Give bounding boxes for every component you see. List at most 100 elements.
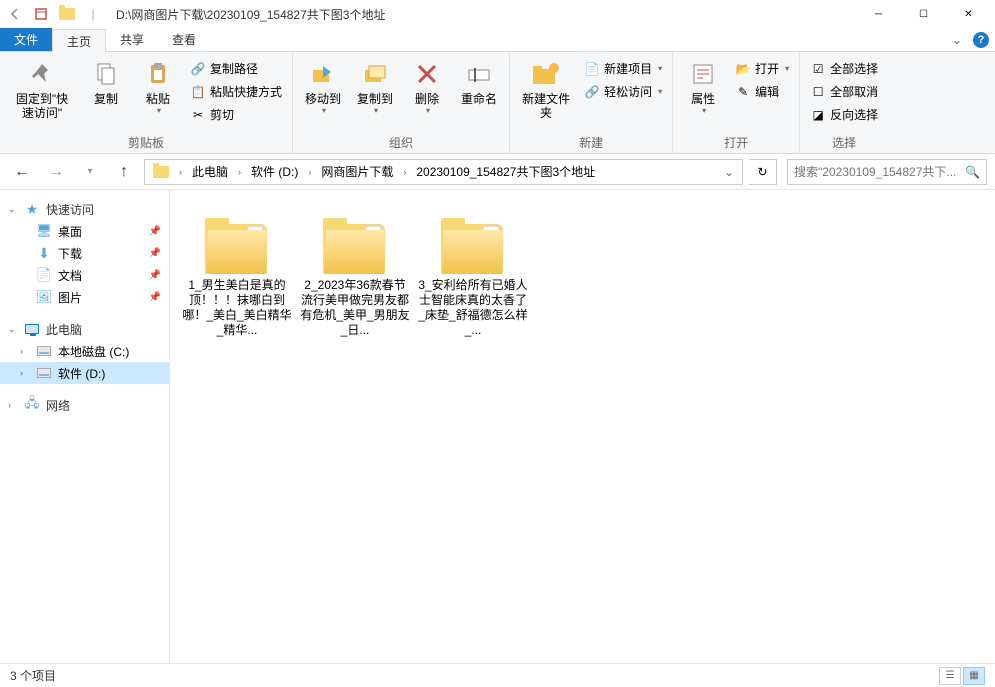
qat-properties-icon[interactable] <box>30 3 52 25</box>
easy-access-icon: 🔗 <box>584 84 600 100</box>
paste-shortcut-button[interactable]: 📋粘贴快捷方式 <box>186 81 286 102</box>
nav-desktop[interactable]: 🖥桌面📌 <box>0 220 169 242</box>
breadcrumb-box[interactable]: › 此电脑 › 软件 (D:) › 网商图片下载 › 20230109_1548… <box>144 159 743 185</box>
folder-icon <box>319 206 391 278</box>
search-box[interactable]: 🔍 <box>787 159 987 185</box>
nav-documents[interactable]: 📄文档📌 <box>0 264 169 286</box>
chevron-down-icon: ▾ <box>374 106 378 115</box>
chevron-right-icon[interactable]: › <box>20 346 30 356</box>
tab-file[interactable]: 文件 <box>0 28 52 51</box>
chevron-right-icon[interactable]: › <box>399 167 410 177</box>
delete-button[interactable]: 删除▾ <box>403 54 451 119</box>
nav-forward-button[interactable]: → <box>42 158 70 186</box>
nav-quick-access[interactable]: ⌄★快速访问 <box>0 198 169 220</box>
qat-folder-icon[interactable] <box>56 3 78 25</box>
select-none-button[interactable]: ☐全部取消 <box>806 81 882 102</box>
file-list[interactable]: 1_男生美白是真的顶！！！抹哪白到哪！_美白_美白精华_精华... 2_2023… <box>170 190 995 663</box>
copy-path-button[interactable]: 🔗复制路径 <box>186 58 286 79</box>
copy-button[interactable]: 复制 <box>82 54 130 110</box>
icons-view-button[interactable]: ▦ <box>963 667 985 685</box>
nav-up-button[interactable]: ↑ <box>110 158 138 186</box>
window-title: D:\网商图片下载\20230109_154827共下图3个地址 <box>116 6 385 23</box>
crumb-folder2[interactable]: 20230109_154827共下图3个地址 <box>410 160 601 184</box>
details-view-button[interactable]: ☰ <box>939 667 961 685</box>
move-to-icon <box>307 58 339 90</box>
nav-back-button[interactable]: ← <box>8 158 36 186</box>
help-button[interactable]: ? <box>967 28 995 51</box>
folder-item[interactable]: 3_安利给所有已婚人士智能床真的太香了_床垫_舒福德怎么样_... <box>418 206 528 338</box>
folder-item[interactable]: 2_2023年36款春节流行美甲做完男友都有危机_美甲_男朋友_日... <box>300 206 410 338</box>
paste-button[interactable]: 粘贴 ▾ <box>134 54 182 119</box>
address-dropdown-button[interactable]: ⌄ <box>718 165 740 179</box>
chevron-right-icon[interactable]: › <box>304 167 315 177</box>
chevron-right-icon[interactable]: › <box>234 167 245 177</box>
nav-software-disk-d[interactable]: ›软件 (D:) <box>0 362 169 384</box>
cut-button[interactable]: ✂剪切 <box>186 104 286 125</box>
pin-icon: 📌 <box>149 270 161 281</box>
search-input[interactable] <box>794 165 965 179</box>
chevron-down-icon: ▾ <box>426 106 430 115</box>
edit-icon: ✎ <box>735 84 751 100</box>
nav-local-disk-c[interactable]: ›本地磁盘 (C:) <box>0 340 169 362</box>
properties-button[interactable]: 属性▾ <box>679 54 727 119</box>
nav-history-button[interactable]: ▾ <box>76 158 104 186</box>
select-all-icon: ☑ <box>810 61 826 77</box>
chevron-right-icon[interactable]: › <box>20 368 30 378</box>
move-to-button[interactable]: 移动到▾ <box>299 54 347 119</box>
easy-access-button[interactable]: 🔗轻松访问▾ <box>580 81 666 102</box>
pin-to-quick-access-button[interactable]: 固定到"快速访问" <box>6 54 78 124</box>
rename-button[interactable]: 重命名 <box>455 54 503 110</box>
pictures-icon: 🖼 <box>36 289 52 305</box>
crumb-this-pc[interactable]: 此电脑 <box>186 160 234 184</box>
breadcrumb-folder-icon[interactable] <box>147 160 175 184</box>
crumb-folder1[interactable]: 网商图片下载 <box>315 160 399 184</box>
ribbon-group-clipboard: 固定到"快速访问" 复制 粘贴 ▾ 🔗复制路径 📋粘贴快捷方式 ✂剪切 剪贴板 <box>0 52 293 153</box>
search-icon: 🔍 <box>965 165 980 179</box>
chevron-down-icon[interactable]: ⌄ <box>8 324 18 335</box>
nav-pictures[interactable]: 🖼图片📌 <box>0 286 169 308</box>
invert-selection-button[interactable]: ◪反向选择 <box>806 104 882 125</box>
nav-this-pc[interactable]: ⌄此电脑 <box>0 318 169 340</box>
cut-icon: ✂ <box>190 107 206 123</box>
refresh-button[interactable]: ↻ <box>749 159 777 185</box>
chevron-right-icon[interactable]: › <box>8 400 18 410</box>
document-icon: 📄 <box>36 267 52 283</box>
folder-name: 1_男生美白是真的顶！！！抹哪白到哪！_美白_美白精华_精华... <box>182 278 292 338</box>
nav-downloads[interactable]: ⬇下载📌 <box>0 242 169 264</box>
copy-path-icon: 🔗 <box>190 61 206 77</box>
chevron-down-icon: ▾ <box>702 106 706 115</box>
minimize-button[interactable]: ─ <box>856 0 901 28</box>
chevron-down-icon: ▾ <box>785 64 789 73</box>
paste-icon <box>142 58 174 90</box>
pin-icon: 📌 <box>149 226 161 237</box>
navigation-pane[interactable]: ⌄★快速访问 🖥桌面📌 ⬇下载📌 📄文档📌 🖼图片📌 ⌄此电脑 ›本地磁盘 (C… <box>0 190 170 663</box>
pin-icon: 📌 <box>149 248 161 259</box>
open-button[interactable]: 📂打开▾ <box>731 58 793 79</box>
tab-share[interactable]: 共享 <box>106 28 158 51</box>
new-folder-button[interactable]: 新建文件夹 <box>516 54 576 124</box>
crumb-drive[interactable]: 软件 (D:) <box>245 160 304 184</box>
nav-network[interactable]: ›🖧网络 <box>0 394 169 416</box>
chevron-right-icon[interactable]: › <box>175 167 186 177</box>
copy-to-button[interactable]: 复制到▾ <box>351 54 399 119</box>
ribbon-tabs: 文件 主页 共享 查看 ⌄ ? <box>0 28 995 52</box>
monitor-icon <box>24 321 40 337</box>
folder-name: 3_安利给所有已婚人士智能床真的太香了_床垫_舒福德怎么样_... <box>418 278 528 338</box>
qat-back-icon[interactable] <box>4 3 26 25</box>
item-count: 3 个项目 <box>10 667 56 684</box>
chevron-down-icon: ▾ <box>658 64 662 73</box>
ribbon-expand-button[interactable]: ⌄ <box>947 28 967 51</box>
maximize-button[interactable]: ☐ <box>901 0 946 28</box>
title-bar: | D:\网商图片下载\20230109_154827共下图3个地址 ─ ☐ ✕ <box>0 0 995 28</box>
chevron-down-icon: ▾ <box>658 87 662 96</box>
tab-home[interactable]: 主页 <box>52 29 106 52</box>
chevron-down-icon[interactable]: ⌄ <box>8 204 18 215</box>
tab-view[interactable]: 查看 <box>158 28 210 51</box>
star-icon: ★ <box>24 201 40 217</box>
new-item-button[interactable]: 📄新建项目▾ <box>580 58 666 79</box>
edit-button[interactable]: ✎编辑 <box>731 81 793 102</box>
qat-divider: | <box>82 3 104 25</box>
folder-item[interactable]: 1_男生美白是真的顶！！！抹哪白到哪！_美白_美白精华_精华... <box>182 206 292 338</box>
close-button[interactable]: ✕ <box>946 0 991 28</box>
select-all-button[interactable]: ☑全部选择 <box>806 58 882 79</box>
